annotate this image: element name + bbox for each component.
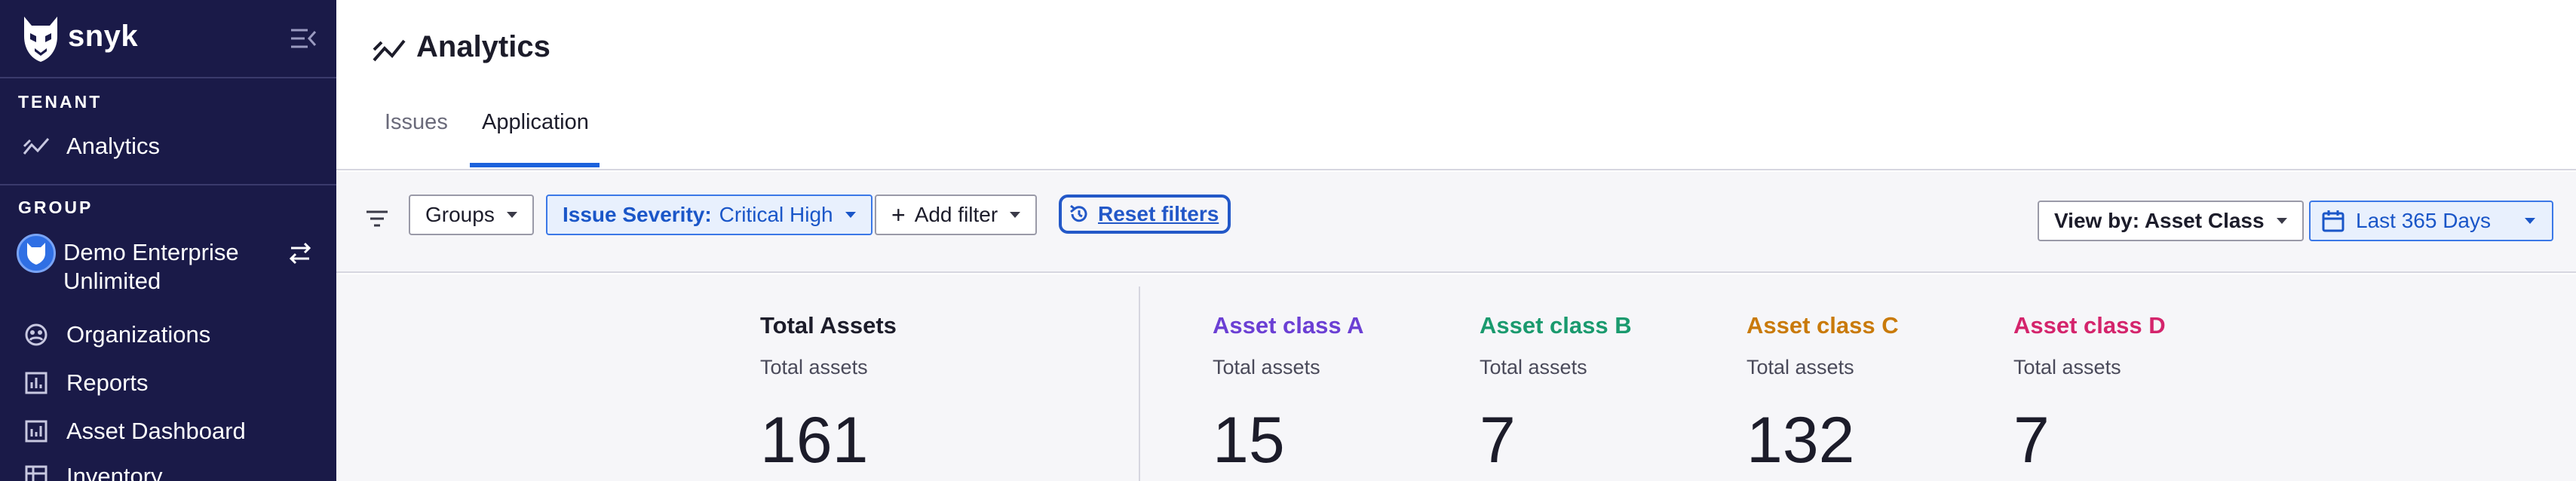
reset-filters-label: Reset filters [1098,202,1219,225]
add-filter-label: Add filter [914,203,998,226]
metric-subtitle: Total assets [1213,356,1320,378]
date-range-label: Last 365 Days [2356,209,2491,232]
reset-filters-button[interactable]: Reset filters [1059,195,1231,234]
page-header: Analytics Issues Application [336,0,2576,170]
active-tab-indicator [470,163,600,167]
dashboard-icon [23,418,50,445]
sidebar-item-inventory[interactable]: Inventory [0,454,336,481]
groups-filter-label: Groups [425,203,495,226]
brand-name: snyk [68,20,139,53]
add-filter-button[interactable]: + Add filter [875,195,1038,235]
sidebar-header: snyk [0,0,336,78]
filter-icon[interactable] [363,205,391,232]
chevron-down-icon [2276,218,2287,224]
collapse-sidebar-icon[interactable] [290,26,318,51]
chevron-down-icon [2525,218,2535,224]
metrics-panel: Total Assets Total assets 161 Asset clas… [336,274,2576,481]
group-name: Demo Enterprise Unlimited [63,239,239,294]
metric-subtitle: Total assets [2013,356,2121,378]
chevron-down-icon [506,212,517,218]
view-by-label: View by: Asset Class [2054,209,2265,232]
reset-icon [1070,204,1087,222]
sidebar-item-reports[interactable]: Reports [0,360,336,406]
tenant-heading: TENANT [18,92,103,112]
main-content: Analytics Issues Application Groups Issu… [336,0,2576,481]
metric-value: 161 [760,404,869,476]
filter-bar: Groups Issue Severity: Critical High + A… [336,172,2576,273]
analytics-icon [23,133,50,160]
metric-title: Asset class D [2013,312,2166,339]
date-range-select[interactable]: Last 365 Days [2309,201,2553,241]
asset-class-c-metric: Asset class C Total assets 132 [1746,312,1899,473]
asset-class-d-metric: Asset class D Total assets 7 [2013,312,2166,473]
metric-title: Asset class C [1746,312,1899,339]
snyk-logo-icon[interactable] [20,14,62,65]
organizations-icon [23,321,50,348]
issue-severity-filter[interactable]: Issue Severity: Critical High [546,195,872,235]
asset-class-a-metric: Asset class A Total assets 15 [1213,312,1363,473]
sidebar-divider [0,184,336,185]
metric-value: 15 [1213,404,1285,476]
metric-title: Asset class A [1213,312,1364,339]
metric-value: 7 [1480,404,1516,476]
view-by-select[interactable]: View by: Asset Class [2038,201,2304,241]
total-assets-metric: Total Assets Total assets 161 [760,312,897,473]
metrics-divider [1139,286,1140,481]
group-avatar [17,234,56,273]
chevron-down-icon [845,212,856,218]
metric-subtitle: Total assets [1480,356,1587,378]
severity-filter-key: Issue Severity: [563,203,712,226]
sidebar-item-asset-dashboard[interactable]: Asset Dashboard [0,409,336,454]
sidebar-item-label: Asset Dashboard [66,418,246,444]
sidebar-item-label: Analytics [66,133,161,159]
sidebar-item-label: Reports [66,369,149,396]
metric-value: 7 [2013,404,2050,476]
tab-issues[interactable]: Issues [385,110,448,135]
chevron-down-icon [1010,212,1021,218]
metric-title: Total Assets [760,312,897,339]
sidebar-item-analytics[interactable]: Analytics [0,124,336,169]
inventory-icon [23,463,50,481]
tab-application[interactable]: Application [482,110,589,135]
metric-subtitle: Total assets [760,356,868,378]
metric-value: 132 [1746,404,1855,476]
reports-icon [23,369,50,397]
metric-title: Asset class B [1480,312,1632,339]
groups-filter[interactable]: Groups [409,195,534,235]
sidebar-item-label: Inventory [66,463,163,481]
sidebar-item-organizations[interactable]: Organizations [0,312,336,357]
asset-class-b-metric: Asset class B Total assets 7 [1480,312,1632,473]
metric-subtitle: Total assets [1746,356,1854,378]
calendar-icon [2322,210,2344,232]
page-title: Analytics [416,30,550,63]
group-heading: GROUP [18,198,94,217]
analytics-icon [373,39,406,62]
sidebar-item-label: Organizations [66,321,211,348]
switch-icon[interactable] [285,238,315,268]
plus-icon: + [891,201,906,228]
group-selector[interactable]: Demo Enterprise Unlimited [0,229,336,302]
severity-filter-value: Critical High [719,203,833,226]
sidebar: snyk TENANT Analytics GROUP Demo Enterpr… [0,0,336,481]
